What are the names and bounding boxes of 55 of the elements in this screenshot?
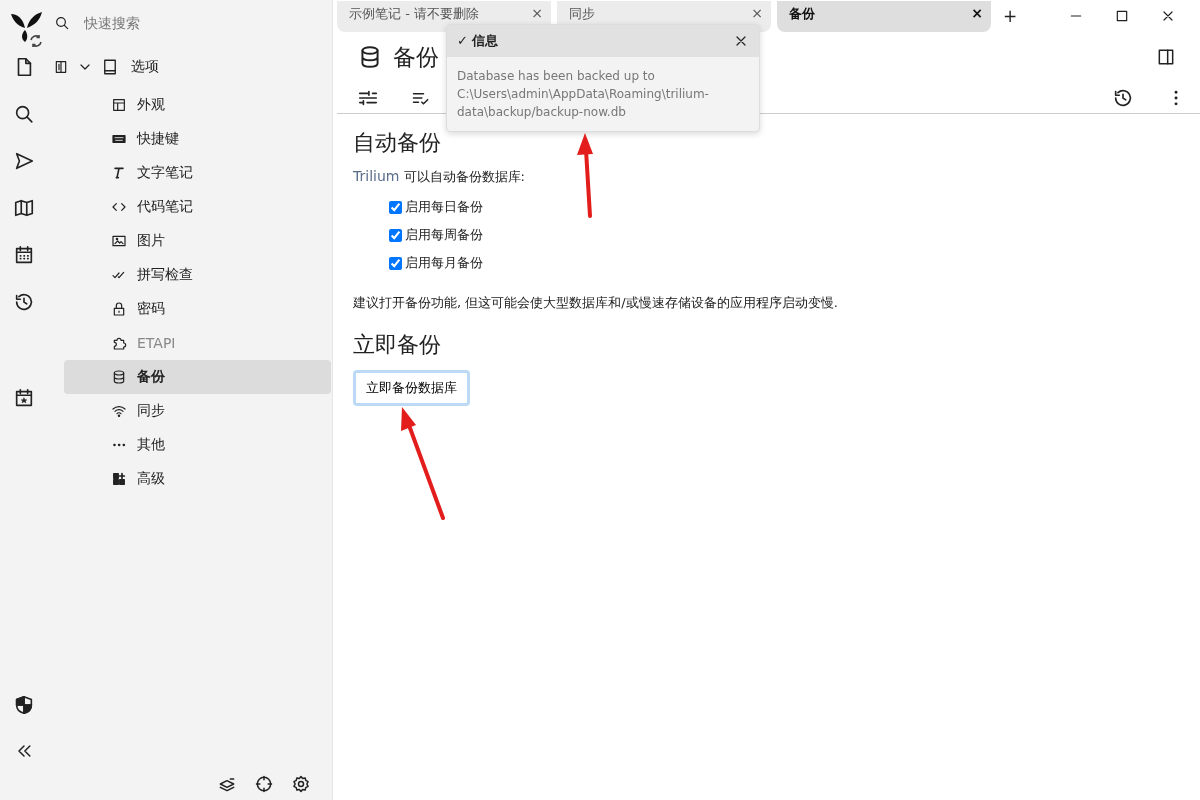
book-split-icon[interactable] <box>53 59 69 75</box>
search-icon[interactable] <box>54 15 70 31</box>
star-calendar-icon[interactable] <box>13 387 35 409</box>
close-tab-button[interactable]: × <box>971 4 983 21</box>
book-icon[interactable] <box>101 58 119 76</box>
trilium-link[interactable]: Trilium <box>353 168 400 184</box>
wifi-icon <box>111 403 127 419</box>
history-icon[interactable] <box>13 291 35 313</box>
tab[interactable]: 备份 × <box>777 0 991 32</box>
tree-item[interactable]: 备份 <box>64 360 331 394</box>
checkbox[interactable] <box>389 200 402 214</box>
toast-message: Database has been backed up to C:\Users\admin\AppData\Roaming\trilium-data\backup/backup-now.db <box>456 68 710 121</box>
tree-item[interactable]: 其他 <box>64 428 331 462</box>
checkbox-label: 启用每月备份 <box>405 254 483 272</box>
tree-item[interactable]: 密码 <box>64 292 331 326</box>
backup-button[interactable]: 立即备份数据库 <box>353 370 470 406</box>
settings-icon[interactable] <box>291 774 311 794</box>
new-tab-button[interactable]: + <box>997 6 1024 26</box>
grid-icon <box>111 471 127 487</box>
close-tab-button[interactable]: × <box>531 4 543 21</box>
note-title[interactable]: 备份 <box>393 41 439 73</box>
calendar-icon[interactable] <box>13 244 35 266</box>
puzzle-icon <box>111 335 127 351</box>
shield-icon[interactable] <box>13 694 35 716</box>
sidebar-toggle-icon[interactable] <box>1156 47 1176 67</box>
close-tab-button[interactable]: × <box>751 4 763 21</box>
image-icon <box>111 233 127 249</box>
tree-item[interactable]: 选项 <box>131 58 159 76</box>
tree-item[interactable]: 同步 <box>64 394 331 428</box>
section-heading: 立即备份 <box>353 331 442 359</box>
tree-item[interactable]: 拼写检查 <box>64 258 331 292</box>
checkbox-label: 启用每日备份 <box>405 198 483 216</box>
maximize-icon[interactable] <box>1114 8 1130 24</box>
tree-item[interactable]: 高级 <box>64 462 331 496</box>
search-field[interactable]: 快速搜索 <box>82 14 282 32</box>
tree-item[interactable]: 快捷键 <box>64 122 331 156</box>
search-icon[interactable] <box>13 103 35 125</box>
text-icon <box>111 165 127 181</box>
tree-item[interactable]: 文字笔记 <box>64 156 331 190</box>
lock-icon <box>111 301 127 317</box>
intro-text: Trilium 可以自动备份数据库: <box>353 168 526 186</box>
layout-icon <box>111 97 127 113</box>
checkbox[interactable] <box>389 228 402 242</box>
database-icon <box>111 369 127 385</box>
hint-text: 建议打开备份功能, 但这可能会使大型数据库和/或慢速存储设备的应用程序启动变慢. <box>353 294 839 312</box>
tree-item[interactable]: 外观 <box>64 88 331 122</box>
toast-title: ✓ 信息 <box>457 32 499 50</box>
map-icon[interactable] <box>13 197 35 219</box>
section-heading: 自动备份 <box>353 129 442 157</box>
checkbox[interactable] <box>389 256 402 270</box>
checkbox-label: 启用每周备份 <box>405 226 483 244</box>
tree-item[interactable]: 代码笔记 <box>64 190 331 224</box>
tree-item[interactable]: 图片 <box>64 224 331 258</box>
crosshair-icon[interactable] <box>254 774 274 794</box>
send-icon[interactable] <box>13 150 35 172</box>
